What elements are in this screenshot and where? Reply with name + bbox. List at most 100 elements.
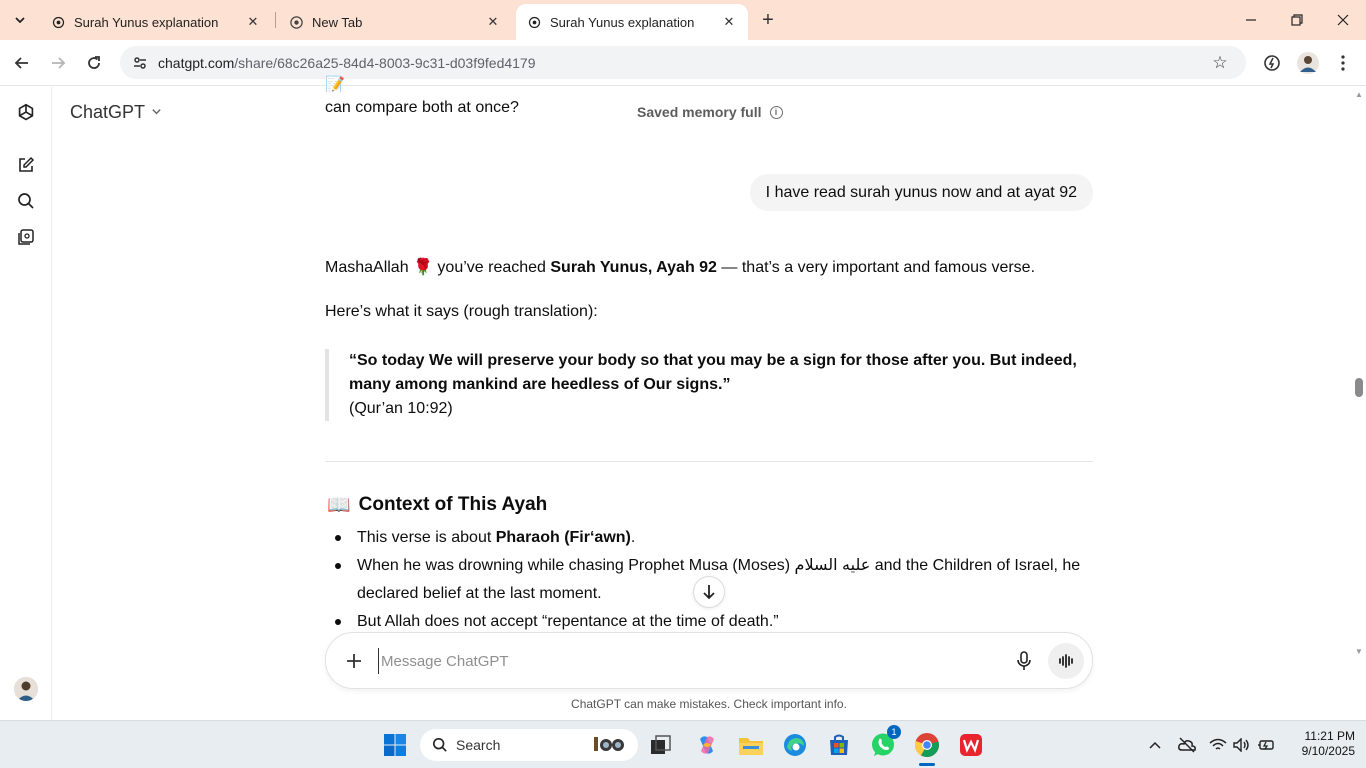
voice-waveform-icon	[1059, 654, 1073, 668]
windows-start-icon[interactable]	[379, 729, 411, 761]
chrome-icon[interactable]	[911, 729, 943, 766]
library-images-icon[interactable]	[14, 225, 38, 249]
new-chat-icon[interactable]	[14, 153, 38, 177]
new-tab-plus-icon[interactable]: +	[756, 8, 780, 32]
task-view-icon[interactable]	[645, 729, 677, 761]
system-clock[interactable]: 11:21 PM 9/10/2025	[1285, 729, 1355, 759]
quote-text: “So today We will preserve your body so …	[349, 352, 1077, 393]
info-icon[interactable]: i	[769, 105, 783, 119]
disclaimer-text: ChatGPT can make mistakes. Check importa…	[571, 697, 847, 711]
extensions-icon[interactable]	[1259, 50, 1285, 76]
back-arrow-icon[interactable]	[8, 49, 36, 77]
tab-title: Surah Yunus explanation	[74, 14, 219, 30]
app-title: ChatGPT	[70, 102, 146, 122]
notification-badge: 1	[887, 725, 901, 739]
sidebar-rail	[0, 87, 52, 720]
reply-intro-pre: MashaAllah 🌹 you’ve reached	[325, 259, 551, 276]
page-scrollbar[interactable]: ▲ ▼	[1352, 87, 1366, 720]
message-composer	[325, 632, 1093, 689]
battery-charging-icon[interactable]	[1256, 735, 1276, 755]
dictate-mic-button[interactable]	[1012, 649, 1036, 673]
add-attachment-button[interactable]	[340, 647, 368, 675]
model-selector[interactable]: ChatGPT	[70, 102, 162, 123]
message-input[interactable]	[378, 648, 978, 674]
chatgpt-favicon-icon	[50, 14, 66, 30]
file-explorer-icon[interactable]	[735, 729, 767, 761]
user-avatar[interactable]	[14, 677, 38, 701]
taskbar-search-box[interactable]: Search	[420, 729, 638, 761]
search-icon[interactable]	[14, 189, 38, 213]
user-message-bubble: I have read surah yunus now and at ayat …	[749, 174, 1093, 211]
chrome-favicon-icon	[288, 14, 304, 30]
voice-mode-button[interactable]	[1048, 643, 1084, 679]
tab-separator	[275, 12, 276, 28]
section-title: Context of This Ayah	[358, 494, 548, 515]
site-info-icon[interactable]	[130, 55, 150, 71]
reply-intro: MashaAllah 🌹 you’ve reached Surah Yunus,…	[325, 256, 1093, 280]
volume-icon[interactable]	[1232, 735, 1252, 755]
section-divider	[325, 461, 1093, 462]
clipped-emoji: 📝	[325, 77, 345, 92]
browser-tabstrip: Surah Yunus explanation ✕ New Tab ✕ Sura…	[0, 0, 1366, 40]
tab-new-tab[interactable]: New Tab ✕	[278, 4, 512, 40]
active-app-indicator	[919, 763, 935, 766]
translation-intro: Here’s what it says (rough translation):	[325, 303, 598, 320]
bullet-text: This verse is about	[357, 529, 496, 546]
chevron-down-icon	[151, 106, 162, 120]
bookmark-star-icon[interactable]: ☆	[1208, 53, 1232, 73]
list-item: This verse is about Pharaoh (Fir‘awn).	[325, 524, 1093, 552]
forward-arrow-icon[interactable]	[44, 49, 72, 77]
bullet-text-end: .	[630, 529, 636, 546]
plus-icon	[347, 654, 361, 668]
whatsapp-icon[interactable]: 1	[867, 725, 901, 761]
microsoft-store-icon[interactable]	[823, 729, 855, 761]
windows-taskbar: Search 1 11:21 PM 9/10/2025	[0, 720, 1366, 768]
clipped-previous-text: 📝	[325, 68, 1093, 92]
more-menu-icon[interactable]	[1330, 50, 1356, 76]
quote-reference: (Qur’an 10:92)	[349, 400, 453, 417]
memory-status: Saved memory full i	[637, 104, 783, 120]
scroll-to-bottom-button[interactable]	[693, 576, 725, 608]
tab-title: New Tab	[312, 14, 363, 30]
tab-close-icon[interactable]: ✕	[720, 13, 738, 31]
scroll-down-arrow-icon[interactable]: ▼	[1354, 647, 1364, 657]
show-hidden-icons-chevron-icon[interactable]	[1145, 735, 1165, 755]
scroll-up-arrow-icon[interactable]: ▲	[1354, 90, 1364, 100]
wifi-icon[interactable]	[1208, 735, 1228, 755]
chatgpt-logo-icon[interactable]	[14, 101, 38, 125]
chatgpt-favicon-icon	[526, 14, 542, 30]
profile-avatar-icon[interactable]	[1295, 50, 1321, 76]
tab-close-icon[interactable]: ✕	[484, 13, 502, 31]
scrollbar-thumb[interactable]	[1355, 378, 1363, 397]
reply-intro-bold: Surah Yunus, Ayah 92	[550, 259, 717, 276]
tab-surah-yunus-active[interactable]: Surah Yunus explanation ✕	[516, 4, 748, 40]
chevron-down-icon	[15, 17, 25, 24]
search-highlight-icon	[592, 733, 632, 758]
clock-time: 11:21 PM	[1304, 729, 1355, 743]
clock-date: 9/10/2025	[1301, 744, 1355, 758]
url-host: chatgpt.com	[158, 54, 235, 71]
copilot-icon[interactable]	[691, 729, 723, 761]
reply-intro-post: — that’s a very important and famous ver…	[716, 259, 1036, 276]
blockquote: “So today We will preserve your body so …	[325, 349, 1093, 421]
tab-close-icon[interactable]: ✕	[244, 13, 262, 31]
tab-surah-yunus-1[interactable]: Surah Yunus explanation ✕	[40, 4, 272, 40]
bullet-text: But Allah does not accept “repentance at…	[357, 613, 779, 630]
search-icon	[432, 737, 447, 752]
edge-browser-icon[interactable]	[779, 729, 811, 761]
section-heading: 📖 Context of This Ayah	[327, 493, 547, 517]
memory-status-text: Saved memory full	[637, 104, 762, 120]
restore-window-icon[interactable]	[1274, 0, 1320, 40]
minimize-window-icon[interactable]	[1228, 0, 1274, 40]
tab-title: Surah Yunus explanation	[550, 14, 695, 30]
onedrive-offline-icon[interactable]	[1177, 735, 1197, 755]
reload-icon[interactable]	[80, 49, 108, 77]
search-label: Search	[456, 737, 501, 753]
arrow-down-icon	[703, 585, 715, 600]
wps-office-icon[interactable]	[955, 729, 987, 761]
book-emoji-icon: 📖	[327, 495, 351, 516]
close-window-icon[interactable]	[1320, 0, 1366, 40]
tab-search-menu-button[interactable]	[6, 6, 34, 34]
microphone-icon	[1017, 651, 1031, 670]
previous-assistant-text: can compare both at once?	[325, 99, 519, 116]
